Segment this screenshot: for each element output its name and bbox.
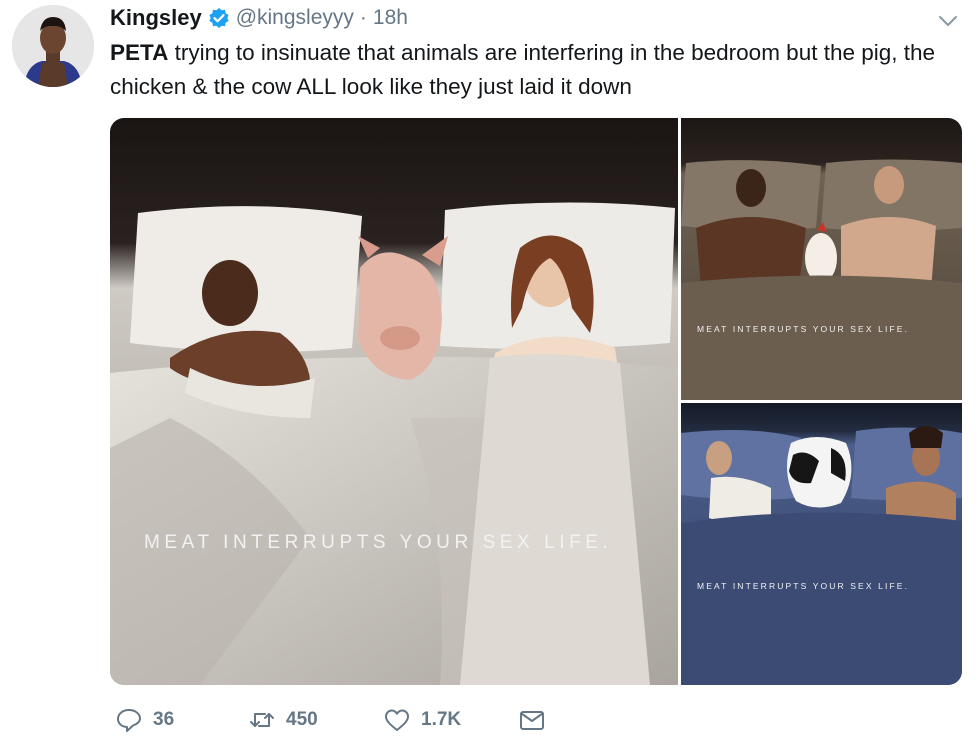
direct-message-icon [520,711,544,730]
bed-chicken-photo [681,118,962,400]
retweet-button[interactable]: 450 [248,706,318,734]
media-image-bottom-right[interactable]: MEAT INTERRUPTS YOUR SEX LIFE. [681,403,962,685]
media-grid: MEAT INTERRUPTS YOUR SEX LIFE. MEAT INTE… [110,118,962,685]
like-count: 1.7K [421,709,462,730]
reply-icon [117,709,141,732]
media-image-top-right[interactable]: MEAT INTERRUPTS YOUR SEX LIFE. [681,118,962,400]
direct-message-button[interactable] [518,706,546,734]
tweet-header: Kingsley @kingsleyyy · 18h [110,4,408,32]
author-avatar[interactable] [12,5,94,87]
bed-cow-photo [681,403,962,685]
like-icon [385,709,409,731]
author-handle[interactable]: @kingsleyyy [236,6,354,30]
timestamp[interactable]: 18h [373,6,408,30]
tweet-body: trying to insinuate that animals are int… [110,40,936,99]
verified-badge-icon [208,7,230,29]
retweet-icon [250,713,274,727]
chevron-down-icon[interactable] [935,8,961,34]
top-image-caption: MEAT INTERRUPTS YOUR SEX LIFE. [697,324,910,334]
reply-count: 36 [153,709,175,730]
retweet-count: 450 [286,709,318,730]
bed-pig-photo [110,118,678,685]
tweet-actions: 36 450 1.7K [115,706,615,740]
author-name[interactable]: Kingsley [110,5,202,31]
avatar-photo [12,5,94,87]
media-image-main[interactable]: MEAT INTERRUPTS YOUR SEX LIFE. [110,118,678,685]
tweet-mention[interactable]: PETA [110,40,168,65]
main-image-caption: MEAT INTERRUPTS YOUR SEX LIFE. [144,532,613,553]
like-button[interactable]: 1.7K [383,706,461,734]
separator-dot: · [359,6,367,29]
tweet-text: PETA trying to insinuate that animals ar… [110,36,960,104]
bottom-image-caption: MEAT INTERRUPTS YOUR SEX LIFE. [697,581,910,591]
reply-button[interactable]: 36 [115,706,174,734]
